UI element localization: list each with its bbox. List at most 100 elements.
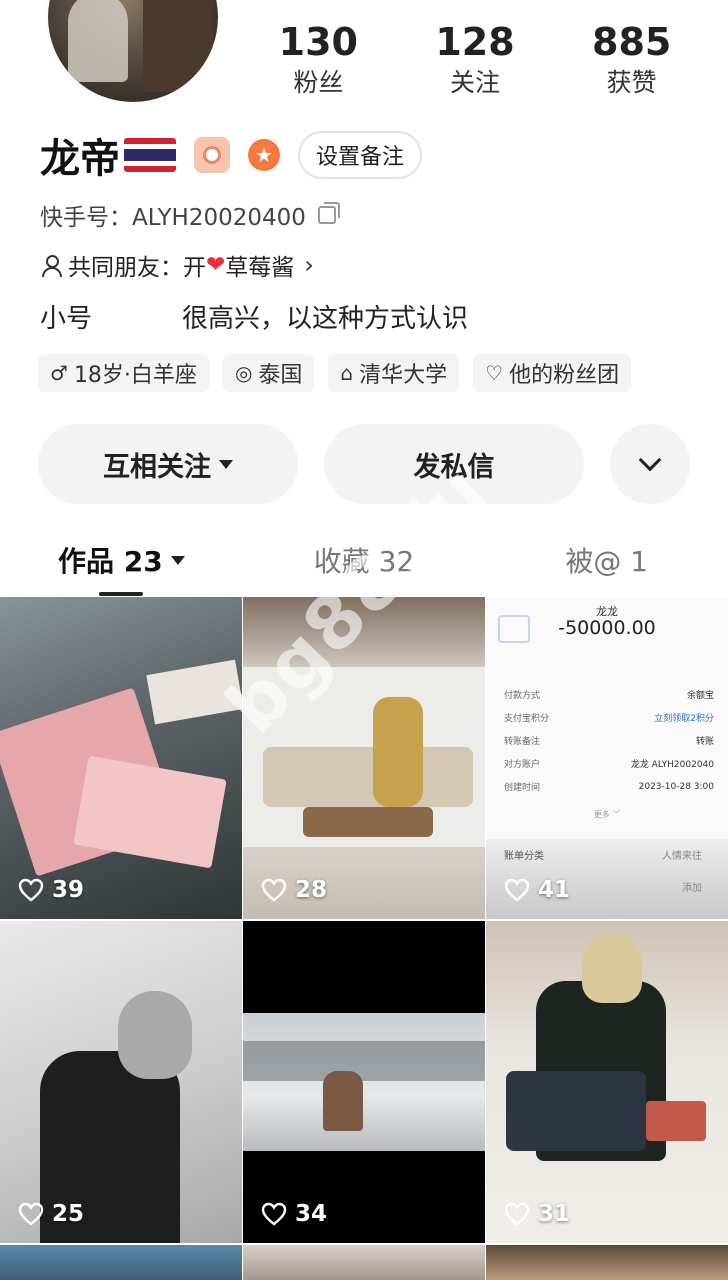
- mutual-friends-row[interactable]: 共同朋友： 开 ❤ 草莓酱 ›: [40, 248, 314, 282]
- stat-label: 获赞: [606, 68, 657, 97]
- heart-icon: [504, 878, 530, 902]
- stat-followers[interactable]: 130 粉丝: [240, 18, 397, 100]
- tab-mentions[interactable]: 被@ 1: [485, 530, 728, 590]
- bill-category-value: 人情来往: [662, 851, 702, 862]
- video-thumbnail[interactable]: 31: [486, 921, 728, 1243]
- kuaishou-id-row: 快手号：ALYH20020400: [40, 198, 340, 232]
- tab-label: 被@ 1: [565, 545, 649, 578]
- receipt-row-value: 龙龙 ALYH2002040: [630, 760, 714, 770]
- receipt-row-key: 付款方式: [504, 691, 541, 701]
- avatar-photo-detail: [143, 0, 213, 92]
- location-pin-icon: ◎: [234, 361, 253, 385]
- tag-label: 泰国: [258, 363, 303, 388]
- works-grid: 39 28 龙龙 -50000.00 付款方式 余额宝 支付宝积分 立刻领取2积分 …: [0, 597, 728, 1280]
- tag-location[interactable]: ◎ 泰国: [222, 354, 315, 392]
- video-thumbnail[interactable]: 34: [243, 921, 485, 1243]
- thumbnail-detail: [243, 1013, 485, 1151]
- thumbnail-detail: [118, 991, 192, 1079]
- laptop-detail: [506, 1071, 646, 1151]
- tag-label: 清华大学: [359, 363, 448, 388]
- like-number: 41: [538, 877, 571, 903]
- like-number: 34: [295, 1201, 328, 1227]
- action-buttons: 互相关注 发私信: [38, 424, 690, 504]
- tab-favorites[interactable]: 收藏 32: [243, 530, 486, 590]
- video-thumbnail[interactable]: [0, 1245, 242, 1280]
- like-number: 25: [52, 1201, 85, 1227]
- video-thumbnail[interactable]: [486, 1245, 728, 1280]
- mutual-friends-label: 共同朋友：: [68, 255, 183, 281]
- caret-down-icon: [219, 459, 233, 469]
- thumbnail-detail: [323, 1071, 363, 1131]
- video-thumbnail[interactable]: 龙龙 -50000.00 付款方式 余额宝 支付宝积分 立刻领取2积分 转账备注 转账…: [486, 597, 728, 919]
- mutual-follow-label: 互相关注: [103, 451, 211, 483]
- like-count: 31: [504, 1201, 570, 1227]
- bill-add-label: 添加: [682, 883, 702, 894]
- profile-stats: 130 粉丝 128 关注 885 获赞: [240, 18, 710, 100]
- stat-label: 粉丝: [293, 68, 344, 97]
- tab-works[interactable]: 作品 23: [0, 530, 243, 596]
- set-remark-button[interactable]: 设置备注: [298, 131, 423, 179]
- copy-icon[interactable]: [317, 202, 340, 224]
- profile-name: 龙帝: [40, 136, 120, 182]
- tag-label: 他的粉丝团: [509, 363, 620, 388]
- heart-outline-icon: ♡: [485, 361, 504, 385]
- name-row: 龙帝 ★ 设置备注: [40, 126, 423, 184]
- stat-following[interactable]: 128 关注: [397, 18, 554, 100]
- receipt-row: 支付宝积分 立刻领取2积分: [504, 706, 714, 729]
- bill-category-label: 账单分类: [504, 851, 544, 862]
- send-message-button[interactable]: 发私信: [324, 424, 584, 504]
- receipt-row-value: 2023-10-28 3:00: [638, 781, 714, 792]
- heart-icon: [504, 1202, 530, 1226]
- stat-number: 128: [435, 20, 515, 64]
- graduation-cap-icon: ⌂: [340, 361, 354, 385]
- like-number: 31: [538, 1201, 571, 1227]
- tag-school[interactable]: ⌂ 清华大学: [328, 354, 460, 392]
- video-thumbnail[interactable]: 39: [0, 597, 242, 919]
- video-thumbnail[interactable]: [243, 1245, 485, 1280]
- receipt-row: 付款方式 余额宝: [504, 683, 714, 706]
- receipt-row-value: 余额宝: [686, 691, 714, 701]
- stat-likes[interactable]: 885 获赞: [553, 18, 710, 100]
- heart-icon: [18, 1202, 44, 1226]
- like-number: 28: [295, 877, 328, 903]
- like-count: 39: [18, 877, 84, 903]
- mutual-friend-name-start: 开: [183, 255, 206, 281]
- tag-fan-club[interactable]: ♡ 他的粉丝团: [473, 354, 632, 392]
- receipt-row-value: 立刻领取2积分: [654, 714, 714, 724]
- receipt-rows: 付款方式 余额宝 支付宝积分 立刻领取2积分 转账备注 转账 对方账户 龙龙 ALYH2…: [504, 683, 714, 798]
- tag-age-zodiac[interactable]: ♂ 18岁·白羊座: [38, 354, 209, 392]
- video-thumbnail[interactable]: 28: [243, 597, 485, 919]
- caret-down-icon: [170, 555, 185, 565]
- bio: 小号 很高兴，以这种方式认识: [40, 298, 468, 335]
- bio-left: 小号: [40, 304, 93, 334]
- like-count: 25: [18, 1201, 84, 1227]
- thumbnail-detail: [263, 747, 473, 807]
- receipt-row-value: 转账: [695, 737, 714, 747]
- kuaishou-id: 快手号：ALYH20020400: [40, 205, 306, 231]
- more-options-button[interactable]: [610, 424, 690, 504]
- stat-number: 130: [278, 20, 358, 64]
- receipt-row-key: 对方账户: [504, 760, 541, 770]
- like-number: 39: [52, 877, 85, 903]
- like-count: 28: [261, 877, 327, 903]
- tab-label: 收藏 32: [313, 545, 415, 578]
- video-thumbnail[interactable]: 25: [0, 921, 242, 1243]
- receipt-row-key: 创建时间: [504, 783, 541, 793]
- thumbnail-detail: [303, 807, 433, 837]
- heart-icon: [18, 878, 44, 902]
- thumbnail-detail: [646, 1101, 706, 1141]
- male-icon: ♂: [50, 361, 68, 385]
- receipt-row: 转账备注 转账: [504, 729, 714, 752]
- heart-emoji-icon: ❤: [206, 252, 226, 278]
- profile-tags: ♂ 18岁·白羊座 ◎ 泰国 ⌂ 清华大学 ♡ 他的粉丝团: [38, 354, 645, 392]
- level-badge-icon[interactable]: [194, 137, 230, 173]
- star-badge-icon[interactable]: ★: [248, 139, 280, 171]
- avatar[interactable]: [44, 0, 222, 106]
- thailand-flag-icon: [124, 138, 176, 172]
- mutual-follow-button[interactable]: 互相关注: [38, 424, 298, 504]
- thumbnail-detail: [243, 1041, 485, 1081]
- receipt-row-key: 转账备注: [504, 737, 541, 747]
- person-icon: [40, 253, 62, 277]
- receipt-more: 更多 ﹀: [593, 810, 621, 819]
- heart-icon: [261, 878, 287, 902]
